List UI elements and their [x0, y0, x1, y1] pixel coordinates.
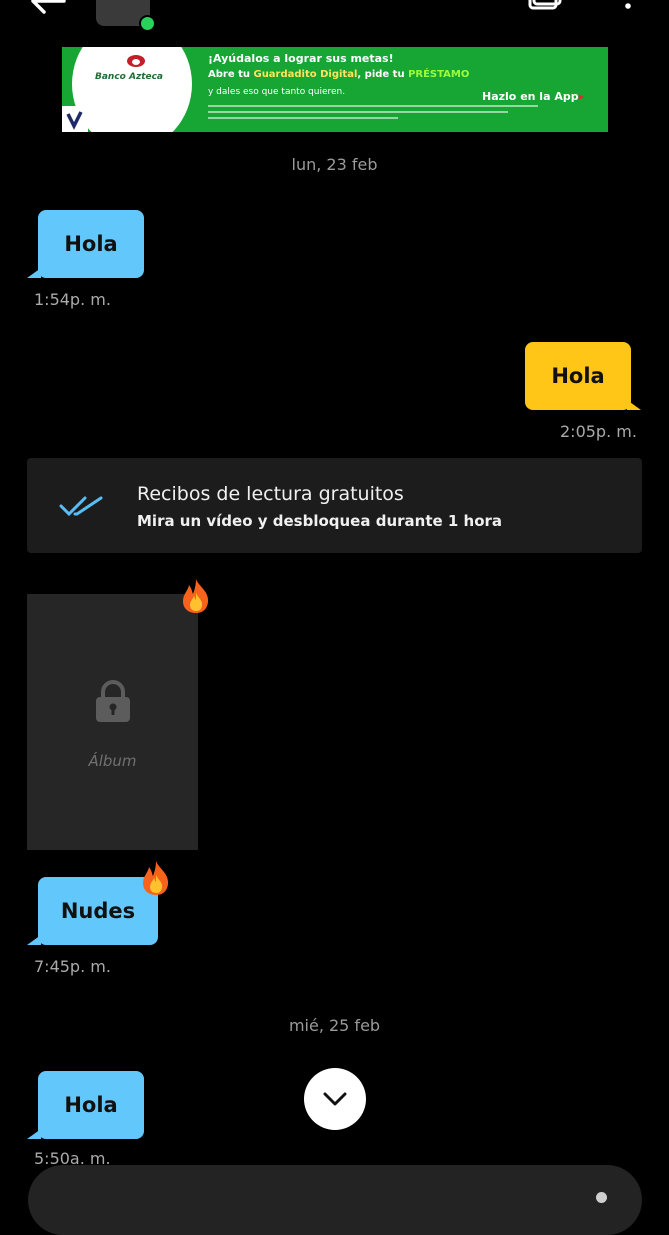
ad-body-line: Abre tu Guardadito Digital, pide tu PRÉS… [208, 69, 470, 80]
double-check-icon [59, 496, 103, 517]
ad-badge-icon [62, 106, 88, 132]
date-separator: mié, 25 feb [288, 1016, 381, 1035]
scroll-down-button[interactable] [304, 1068, 366, 1130]
promo-title: Recibos de lectura gratuitos [137, 483, 404, 505]
message-bubble-outgoing[interactable]: Hola [525, 342, 631, 410]
message-time: 2:05p. m. [560, 422, 637, 441]
bubble-tail [27, 268, 41, 278]
bubble-tail [27, 1129, 41, 1139]
ad-brand-name: Banco Azteca [95, 72, 164, 82]
bubble-tail [27, 935, 41, 945]
date-separator: lun, 23 feb [291, 155, 378, 174]
locked-album[interactable]: Álbum [27, 594, 198, 850]
message-bubble-incoming[interactable]: Hola [38, 1071, 144, 1139]
fire-icon [143, 861, 169, 895]
bank-logo-icon [127, 55, 145, 67]
back-arrow-icon[interactable] [28, 0, 68, 16]
ad-body-line-2: y dales eso que tanto quieren. [208, 87, 346, 97]
message-bubble-incoming[interactable]: Hola [38, 210, 144, 278]
message-time: 7:45p. m. [34, 957, 111, 976]
more-vertical-icon[interactable] [618, 0, 638, 22]
message-time: 1:54p. m. [34, 290, 111, 309]
read-receipts-promo[interactable]: Recibos de lectura gratuitos Mira un víd… [27, 458, 642, 553]
promo-subtitle: Mira un vídeo y desbloquea durante 1 hor… [137, 512, 503, 530]
input-indicator [596, 1192, 607, 1203]
ad-fine-print [208, 111, 508, 113]
bubble-tail [627, 400, 641, 410]
gallery-icon[interactable] [527, 0, 567, 20]
ad-headline: ¡Ayúdalos a lograr sus metas! [208, 52, 394, 65]
ad-fine-print [208, 105, 538, 107]
album-label: Álbum [88, 752, 137, 770]
ad-fine-print [208, 117, 398, 119]
ad-cta[interactable]: Hazlo en la App▸ [482, 90, 584, 103]
lock-icon [96, 680, 130, 722]
message-input-bar[interactable] [28, 1165, 642, 1235]
chevron-down-icon [323, 1092, 347, 1106]
fire-icon [183, 579, 209, 613]
online-status-dot [139, 15, 156, 32]
ad-banner[interactable]: Banco Azteca ¡Ayúdalos a lograr sus meta… [62, 47, 608, 132]
